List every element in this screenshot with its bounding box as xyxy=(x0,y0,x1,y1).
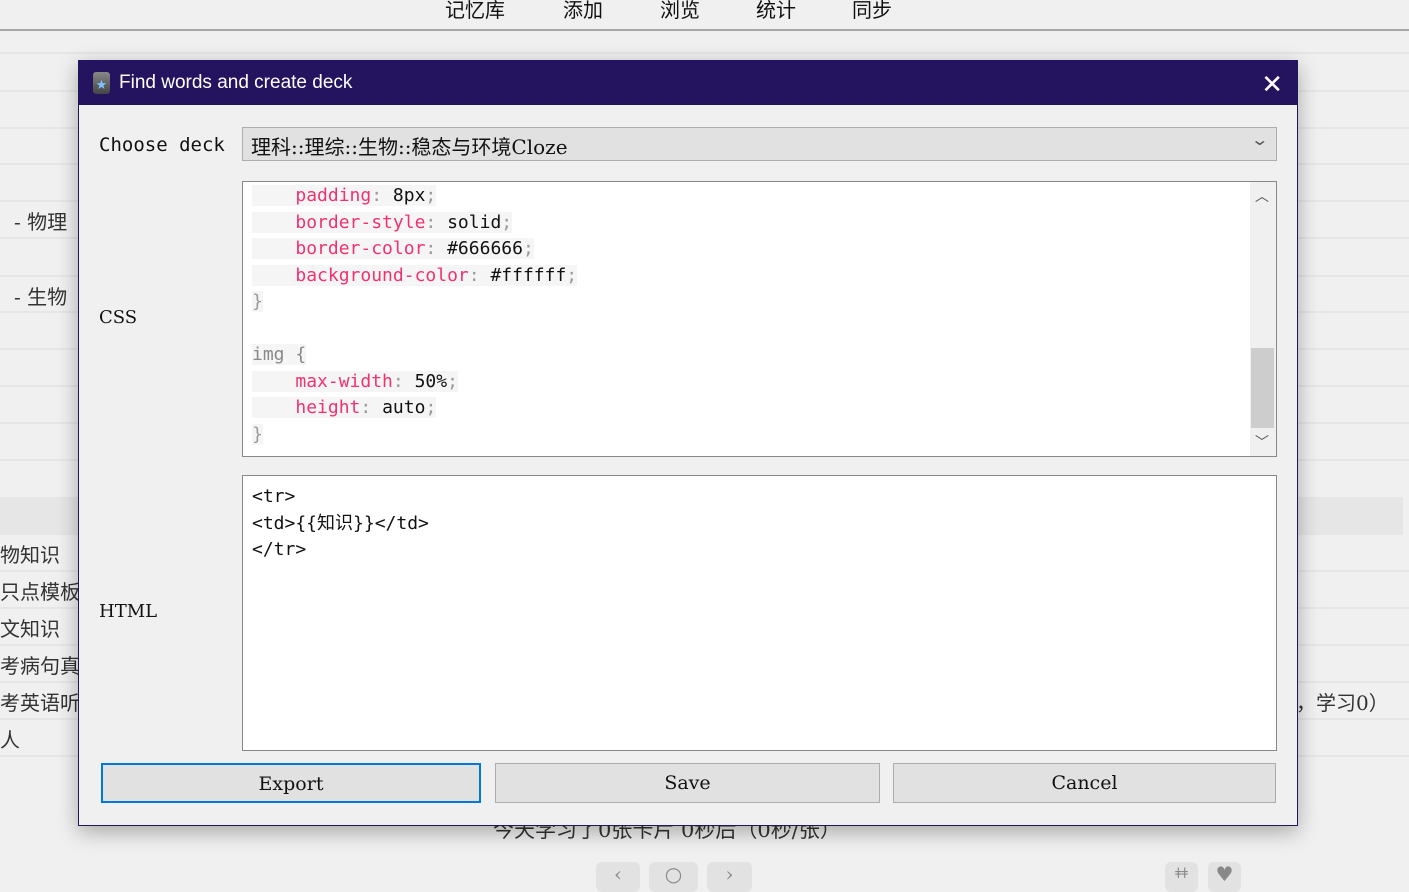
deck-row-physics[interactable]: - 物理 xyxy=(14,206,67,235)
css-token: } xyxy=(252,423,263,445)
css-token: solid xyxy=(447,211,502,233)
choose-deck-label: Choose deck xyxy=(99,134,225,156)
dialog-title: Find words and create deck xyxy=(119,72,353,93)
css-line-text: max-width: 50%; xyxy=(252,370,458,392)
css-line-text: border-style: solid; xyxy=(252,211,513,233)
top-nav: 记忆库 添加 浏览 统计 同步 xyxy=(0,0,1409,31)
css-token: #666666 xyxy=(447,238,523,259)
css-token: background-color xyxy=(295,264,469,286)
css-line-text: } xyxy=(252,291,263,312)
circle-icon: ○ xyxy=(664,862,683,886)
chevron-down-icon[interactable]: ﹀ xyxy=(1255,432,1269,452)
css-line: } xyxy=(252,289,577,316)
css-token: auto xyxy=(382,397,426,418)
css-token: img { xyxy=(252,344,307,365)
list-item[interactable]: 考英语听 xyxy=(0,687,80,716)
html-editor[interactable]: <tr> <td>{{知识}}</td> </tr> xyxy=(242,475,1277,751)
css-token: border-color xyxy=(295,238,426,259)
chevron-down-icon: ⌄ xyxy=(1249,130,1269,149)
chevron-right-icon: › xyxy=(725,862,734,886)
deck-row-biology[interactable]: - 生物 xyxy=(14,281,67,310)
settings-button[interactable]: ǂǂ xyxy=(1165,862,1198,892)
css-token: #ffffff xyxy=(490,264,567,286)
list-item[interactable]: 文知识 xyxy=(0,613,60,642)
css-line-text: background-color: #ffffff; xyxy=(252,264,578,286)
nav-browse[interactable]: 浏览 xyxy=(660,0,700,23)
css-token: height xyxy=(295,397,361,418)
list-item[interactable]: 考病句真 xyxy=(0,650,80,679)
css-token: padding xyxy=(295,185,372,206)
css-line-text: border-color: #666666; xyxy=(252,238,534,259)
css-token: 50% xyxy=(414,370,448,392)
css-editor[interactable]: padding: 8px; border-style: solid; borde… xyxy=(242,181,1277,457)
like-button[interactable]: ♥ xyxy=(1208,862,1241,892)
css-code[interactable]: padding: 8px; border-style: solid; borde… xyxy=(252,183,578,449)
list-item[interactable]: 物知识 xyxy=(0,539,60,568)
css-token: } xyxy=(252,291,263,312)
list-item[interactable]: 人 xyxy=(0,724,20,753)
scrollbar-thumb[interactable] xyxy=(1251,348,1274,428)
css-line: height: auto; xyxy=(252,395,577,422)
deck-select-value: 理科::理综::生物::稳态与环境Cloze xyxy=(251,135,568,159)
nav-stats[interactable]: 统计 xyxy=(756,0,796,23)
divider xyxy=(0,52,1409,54)
css-token: max-width xyxy=(295,370,393,392)
dialog-titlebar[interactable]: ★ Find words and create deck ✕ xyxy=(79,61,1297,105)
css-line-text: padding: 8px; xyxy=(252,185,437,206)
cancel-button[interactable]: Cancel xyxy=(893,763,1276,803)
css-scrollbar[interactable]: ︿ ﹀ xyxy=(1250,182,1276,456)
css-line: } xyxy=(252,422,577,449)
list-item[interactable]: 只点模板 xyxy=(0,576,80,605)
css-token: border-style xyxy=(295,211,426,233)
close-icon[interactable]: ✕ xyxy=(1261,69,1283,100)
css-line: img { xyxy=(252,342,577,369)
css-label: CSS xyxy=(99,307,138,328)
css-line: border-style: solid; xyxy=(252,210,577,237)
css-line xyxy=(252,316,577,343)
css-token: 8px xyxy=(392,185,426,206)
chevron-up-icon[interactable]: ︿ xyxy=(1255,186,1269,206)
css-line: background-color: #ffffff; xyxy=(252,263,578,290)
save-button[interactable]: Save xyxy=(495,763,880,803)
prev-button[interactable]: ‹ xyxy=(596,862,640,892)
css-line: border-color: #666666; xyxy=(252,236,577,263)
css-line: max-width: 50%; xyxy=(252,369,577,396)
css-line: padding: 8px; xyxy=(252,183,577,210)
css-line-text xyxy=(252,318,263,339)
nav-decks[interactable]: 记忆库 xyxy=(445,0,505,23)
css-line-text: } xyxy=(252,423,263,445)
deck-select[interactable]: 理科::理综::生物::稳态与环境Cloze ⌄ xyxy=(242,127,1277,161)
find-words-dialog: ★ Find words and create deck ✕ Choose de… xyxy=(78,60,1298,826)
heart-icon: ♥ xyxy=(1215,862,1234,886)
css-line-text: img { xyxy=(252,344,307,365)
nav-add[interactable]: 添加 xyxy=(563,0,603,23)
nav-sync[interactable]: 同步 xyxy=(852,0,892,23)
next-button[interactable]: › xyxy=(707,862,752,892)
app-icon: ★ xyxy=(93,72,110,94)
chevron-left-icon: ‹ xyxy=(614,862,622,886)
html-label: HTML xyxy=(99,601,158,622)
export-button[interactable]: Export xyxy=(101,763,481,803)
study-count-text: ，学习0） xyxy=(1296,691,1389,715)
css-line-text: height: auto; xyxy=(252,397,437,418)
sliders-icon: ǂǂ xyxy=(1175,866,1188,882)
refresh-button[interactable]: ○ xyxy=(649,862,698,892)
